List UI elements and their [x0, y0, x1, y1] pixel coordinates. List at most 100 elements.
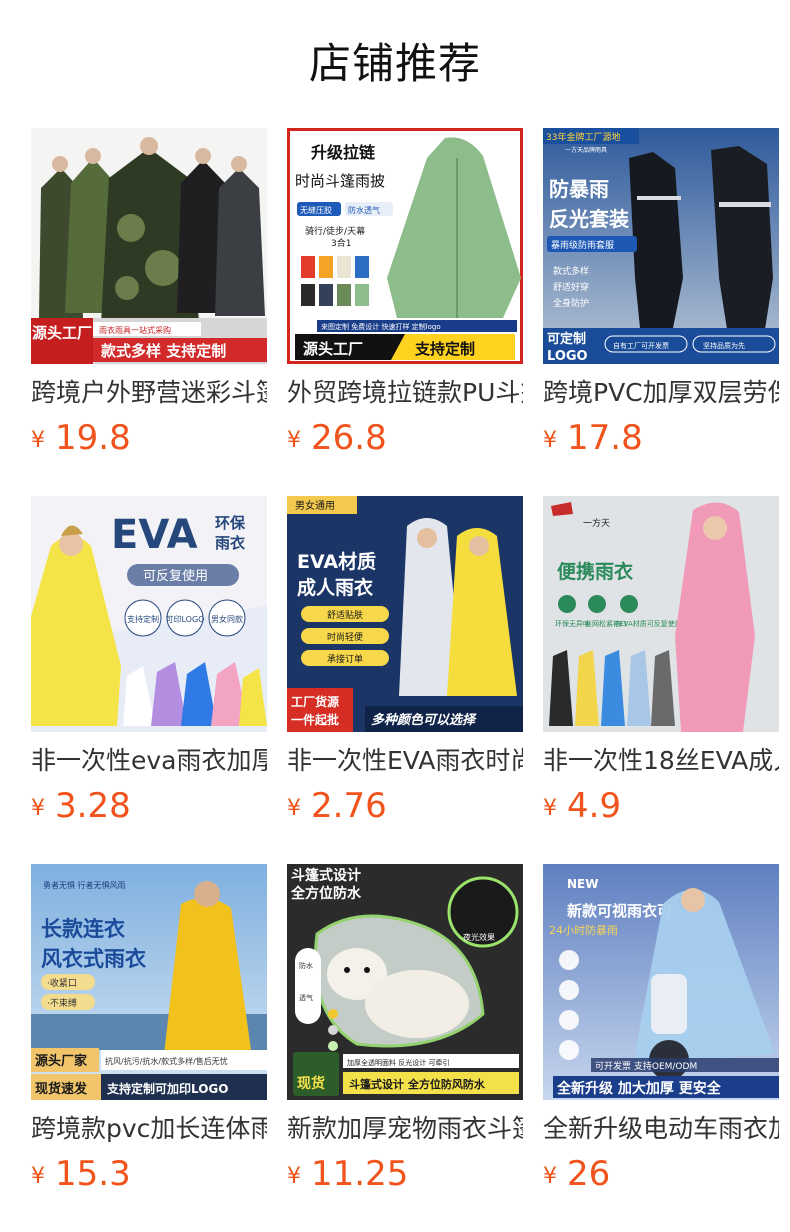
image-text: 骑行/徒步/天幕 [305, 225, 365, 237]
product-price: ¥19.8 [31, 418, 267, 462]
eva-adult-raincoat-image: 男女通用 EVA材质 成人雨衣 舒适贴肤 时尚轻便 承接订单 工厂货源 一件起批… [287, 496, 523, 732]
image-text: 款式多样 [553, 265, 589, 277]
image-text: 防水 [299, 961, 313, 970]
image-text: 舒适贴肤 [327, 609, 363, 621]
product-price: ¥17.8 [543, 418, 779, 462]
image-text: 成人雨衣 [297, 576, 373, 599]
product-card[interactable]: 源头工厂 雨衣雨具一站式采购 款式多样 支持定制 跨境户外野营迷彩斗篷雨衣 ¥1… [31, 128, 267, 462]
image-text: 源头工厂 [303, 340, 363, 358]
product-name[interactable]: 外贸跨境拉链款PU斗篷雨披 [287, 376, 523, 410]
image-text: 抗风/抗污/抗水/款式多样/售后无忧 [105, 1056, 228, 1066]
product-card[interactable]: NEW 新款可视雨衣可 24小时防暴雨 可开发票 支持OEM/ODM 全新升级 … [543, 864, 779, 1198]
product-image[interactable]: 斗篷式设计 全方位防水 夜光效果 防水 透气 现货 加厚全透明面料 反光设计 可… [287, 864, 523, 1100]
image-text: 自有工厂可开发票 [613, 341, 669, 350]
product-name[interactable]: 跨境款pvc加长连体雨衣 [31, 1112, 267, 1146]
product-image[interactable]: 33年金牌工厂源地 一方天品牌雨具 防暴雨 反光套装 暴雨级防雨套服 款式多样 … [543, 128, 779, 364]
green-poncho-image: 升级拉链 时尚斗篷雨披 无缝压胶 防水透气 骑行/徒步/天幕 3合1 来图定制 … [287, 128, 523, 364]
image-text: 工厂货源 [291, 694, 339, 709]
image-text: 反光套装 [549, 207, 629, 231]
image-text: 可反复使用 [143, 568, 208, 584]
product-image[interactable]: EVA 环保 雨衣 可反复使用 支持定制 可印LOGO 男女同款 [31, 496, 267, 732]
image-text: 现货速发 [35, 1081, 88, 1097]
product-card[interactable]: 男女通用 EVA材质 成人雨衣 舒适贴肤 时尚轻便 承接订单 工厂货源 一件起批… [287, 496, 523, 830]
product-image[interactable]: 源头工厂 雨衣雨具一站式采购 款式多样 支持定制 [31, 128, 267, 364]
image-text: 无缝压胶 [300, 205, 332, 215]
currency-symbol: ¥ [287, 796, 301, 821]
image-text: 源头厂家 [35, 1053, 88, 1069]
image-text: 新款可视雨衣可 [567, 902, 672, 920]
image-text: 环保 [215, 514, 246, 532]
store-recommend-page: 店铺推荐 源头工厂 雨衣雨具一站式采购 款式多样 支持定制 跨境户外野营迷彩斗 … [0, 0, 790, 1232]
image-text: EVA [111, 512, 198, 558]
price-value: 26.8 [311, 418, 387, 458]
reflective-suit-image: 33年金牌工厂源地 一方天品牌雨具 防暴雨 反光套装 暴雨级防雨套服 款式多样 … [543, 128, 779, 364]
price-value: 26 [567, 1154, 611, 1194]
currency-symbol: ¥ [31, 796, 45, 821]
currency-symbol: ¥ [31, 1164, 45, 1189]
image-text: 全方位防水 [290, 885, 362, 902]
product-image[interactable]: 勇者无惧 行者无惧风雨 长款连衣 风衣式雨衣 ·收紧口 ·不束缚 源头厂家 抗风… [31, 864, 267, 1100]
image-text: 一方天品牌雨具 [565, 146, 607, 154]
camo-poncho-image: 源头工厂 雨衣雨具一站式采购 款式多样 支持定制 [31, 128, 267, 364]
image-text: 舒适好穿 [553, 281, 589, 293]
product-card[interactable]: 勇者无惧 行者无惧风雨 长款连衣 风衣式雨衣 ·收紧口 ·不束缚 源头厂家 抗风… [31, 864, 267, 1198]
product-price: ¥15.3 [31, 1154, 267, 1198]
image-text: 加厚全透明面料 反光设计 可牵引 [347, 1058, 449, 1067]
image-text: 透气 [299, 993, 313, 1002]
image-text: 雨衣 [215, 534, 245, 552]
image-text: 勇者无惧 行者无惧风雨 [43, 880, 126, 890]
image-text: 时尚轻便 [327, 631, 363, 643]
product-image[interactable]: 男女通用 EVA材质 成人雨衣 舒适贴肤 时尚轻便 承接订单 工厂货源 一件起批… [287, 496, 523, 732]
image-text: 承接订单 [327, 653, 363, 665]
product-card[interactable]: EVA 环保 雨衣 可反复使用 支持定制 可印LOGO 男女同款 非一次性eva… [31, 496, 267, 830]
product-name[interactable]: 跨境户外野营迷彩斗篷雨衣 [31, 376, 267, 410]
image-text: 来图定制 免费设计 快速打样 定制logo [321, 322, 441, 331]
price-value: 4.9 [567, 786, 622, 826]
image-text: 可印LOGO [166, 615, 205, 624]
currency-symbol: ¥ [287, 1164, 301, 1189]
image-text: 防水透气 [348, 205, 380, 215]
image-text: EVA材质 [297, 550, 376, 573]
product-card[interactable]: 升级拉链 时尚斗篷雨披 无缝压胶 防水透气 骑行/徒步/天幕 3合1 来图定制 … [287, 128, 523, 462]
long-yellow-raincoat-image: 勇者无惧 行者无惧风雨 长款连衣 风衣式雨衣 ·收紧口 ·不束缚 源头厂家 抗风… [31, 864, 267, 1100]
page-title: 店铺推荐 [308, 39, 481, 88]
product-name[interactable]: 新款加厚宠物雨衣斗篷式 [287, 1112, 523, 1146]
currency-symbol: ¥ [543, 796, 557, 821]
image-text: ·不束缚 [47, 997, 77, 1009]
product-price: ¥4.9 [543, 786, 779, 830]
image-text: 一件起批 [291, 712, 339, 727]
product-name[interactable]: 非一次性18丝EVA成人雨衣 [543, 744, 779, 778]
price-value: 19.8 [55, 418, 131, 458]
image-text: 3合1 [331, 237, 351, 249]
image-text: ·收紧口 [47, 977, 77, 989]
image-text: 时尚斗篷雨披 [295, 172, 385, 190]
image-text: LOGO [547, 349, 588, 364]
e-bike-raincoat-image: NEW 新款可视雨衣可 24小时防暴雨 可开发票 支持OEM/ODM 全新升级 … [543, 864, 779, 1100]
product-image[interactable]: NEW 新款可视雨衣可 24小时防暴雨 可开发票 支持OEM/ODM 全新升级 … [543, 864, 779, 1100]
product-card[interactable]: 斗篷式设计 全方位防水 夜光效果 防水 透气 现货 加厚全透明面料 反光设计 可… [287, 864, 523, 1198]
product-price: ¥2.76 [287, 786, 523, 830]
price-value: 15.3 [55, 1154, 131, 1194]
image-text: 斗篷式设计 [291, 867, 361, 884]
image-text: 24小时防暴雨 [549, 923, 618, 937]
image-text: 便携雨衣 [557, 560, 633, 583]
product-image[interactable]: 升级拉链 时尚斗篷雨披 无缝压胶 防水透气 骑行/徒步/天幕 3合1 来图定制 … [287, 128, 523, 364]
product-card[interactable]: 一方天 便携雨衣 环保无异味 丝网松紧袖口 PEVA材质可反复使用 非一次性18… [543, 496, 779, 830]
price-value: 3.28 [55, 786, 131, 826]
product-name[interactable]: 非一次性EVA雨衣时尚成人 [287, 744, 523, 778]
product-name[interactable]: 非一次性eva雨衣加厚成人 [31, 744, 267, 778]
price-value: 2.76 [311, 786, 387, 826]
product-image[interactable]: 一方天 便携雨衣 环保无异味 丝网松紧袖口 PEVA材质可反复使用 [543, 496, 779, 732]
image-text: 夜光效果 [463, 932, 495, 942]
image-text: 坚持品质为先 [703, 341, 745, 350]
product-price: ¥26 [543, 1154, 779, 1198]
product-card[interactable]: 33年金牌工厂源地 一方天品牌雨具 防暴雨 反光套装 暴雨级防雨套服 款式多样 … [543, 128, 779, 462]
image-text: 多种颜色可以选择 [371, 712, 477, 728]
product-name[interactable]: 全新升级电动车雨衣加大 [543, 1112, 779, 1146]
image-text: 斗篷式设计 全方位防风防水 [349, 1077, 486, 1091]
pink-portable-raincoat-image: 一方天 便携雨衣 环保无异味 丝网松紧袖口 PEVA材质可反复使用 [543, 496, 779, 732]
image-text: 雨衣雨具一站式采购 [99, 325, 171, 335]
image-text: 男女同款 [211, 614, 243, 624]
currency-symbol: ¥ [543, 428, 557, 453]
product-name[interactable]: 跨境PVC加厚双层劳保雨衣 [543, 376, 779, 410]
